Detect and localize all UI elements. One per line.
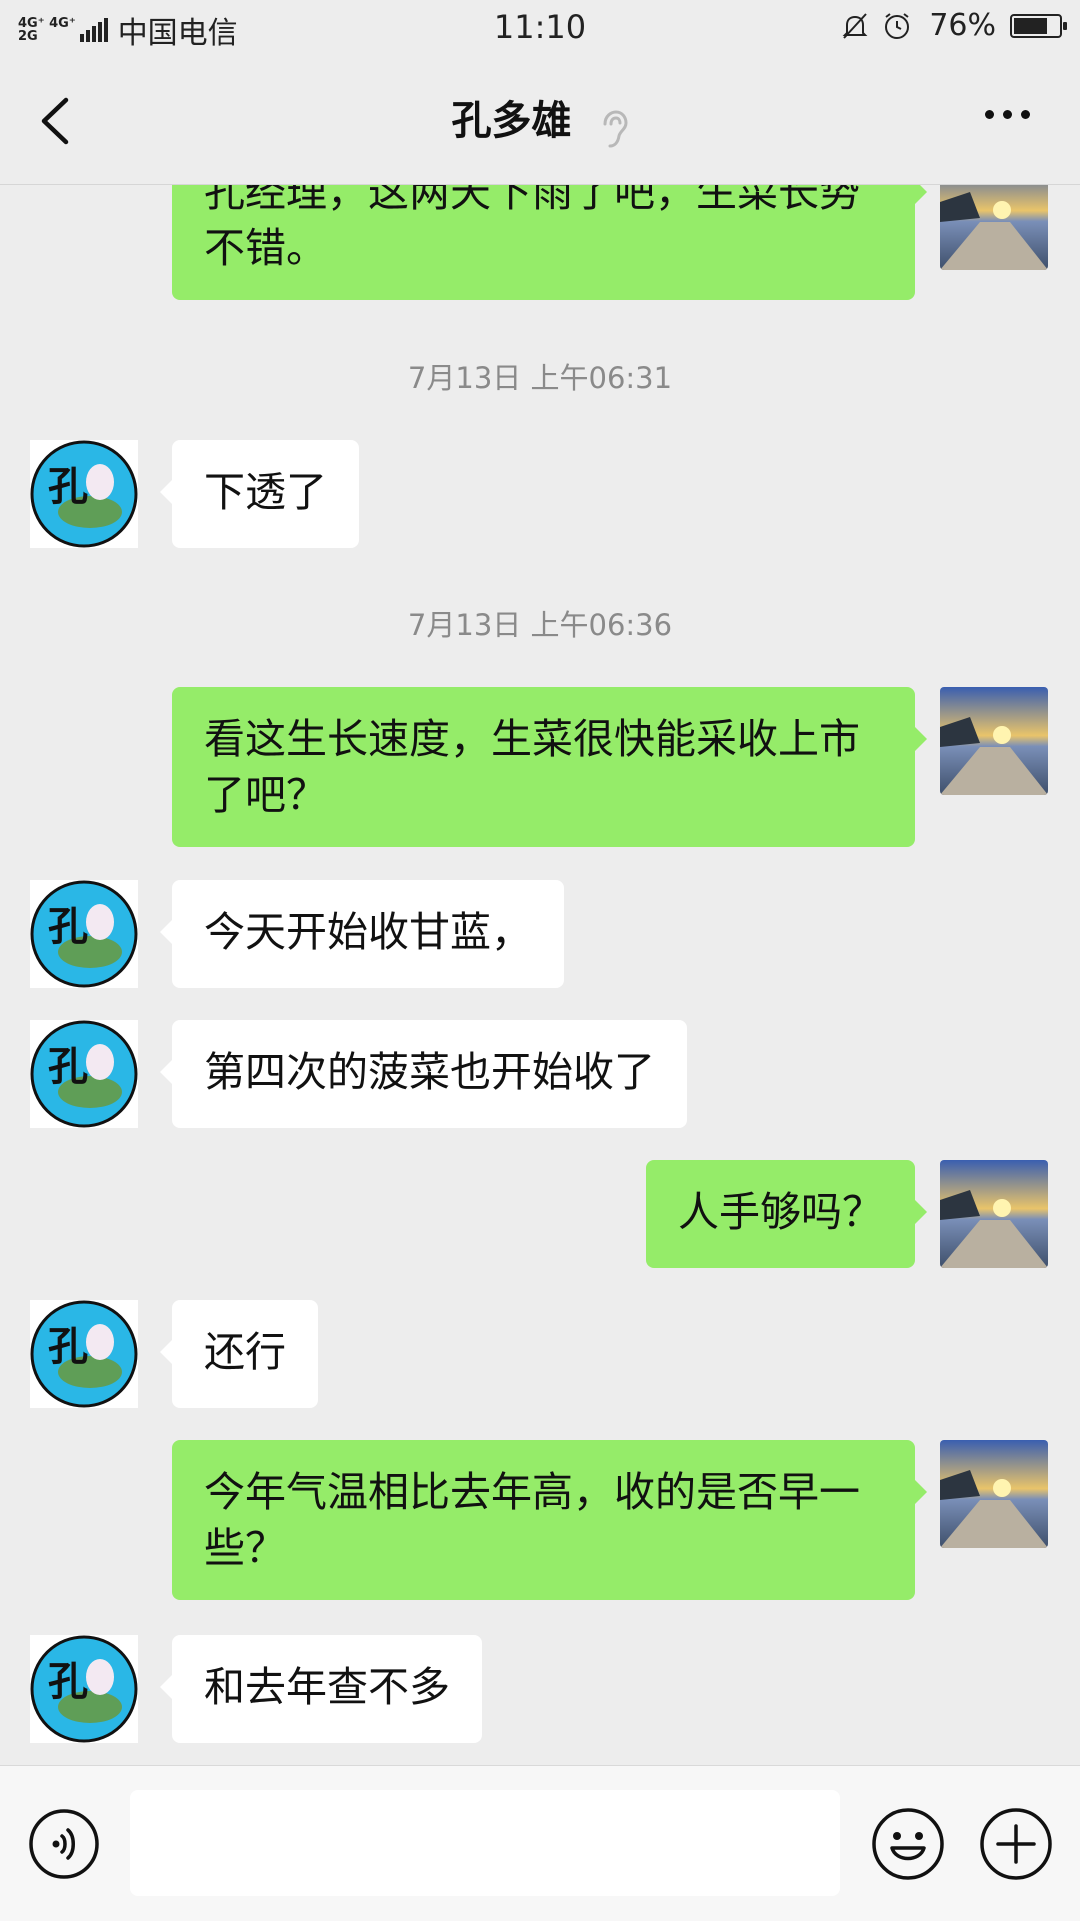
chat-header: 孔多雄 [0, 58, 1080, 185]
message-bubble-incoming[interactable]: 下透了 [160, 440, 359, 548]
message-bubble-incoming[interactable]: 还行 [160, 1300, 318, 1408]
message-bubble-outgoing[interactable]: 今年气温相比去年高，收的是否早一些？ [172, 1440, 927, 1600]
sunset-photo [940, 1160, 1048, 1268]
status-right: 76% [839, 8, 1067, 43]
my-avatar[interactable] [940, 1160, 1048, 1268]
alarm-icon [885, 12, 910, 39]
my-avatar[interactable] [940, 1440, 1048, 1548]
message-bubble-outgoing[interactable]: 孔经理，这两天下雨了吧，生菜长势不错。 [172, 185, 927, 300]
contact-avatar[interactable]: 孔 [30, 880, 138, 988]
status-bar: 4G⁺ 4G⁺ 2G 中国电信 11:10 76% [0, 0, 1080, 58]
contact-avatar-image: 孔 [30, 1300, 138, 1408]
message-bubble-incoming[interactable]: 和去年查不多 [160, 1635, 482, 1743]
message-bubble-incoming[interactable]: 第四次的菠菜也开始收了 [160, 1020, 687, 1128]
message-bubble-incoming[interactable]: 今天开始收甘蓝， [160, 880, 564, 988]
contact-avatar[interactable]: 孔 [30, 1635, 138, 1743]
sunset-photo [940, 185, 1048, 270]
svg-text:孔: 孔 [48, 1658, 88, 1705]
battery-percent: 76% [929, 8, 996, 43]
emoji-icon[interactable] [870, 1806, 946, 1882]
message-bubble-outgoing[interactable]: 看这生长速度，生菜很快能采收上市了吧？ [172, 687, 927, 847]
timestamp: 7月13日 上午06:36 [407, 608, 673, 642]
sunset-photo [940, 1440, 1048, 1548]
contact-avatar[interactable]: 孔 [30, 1300, 138, 1408]
voice-icon[interactable] [28, 1808, 100, 1880]
message-input[interactable] [130, 1790, 840, 1896]
contact-avatar-image: 孔 [30, 880, 138, 988]
svg-text:孔: 孔 [48, 1323, 88, 1370]
contact-avatar[interactable]: 孔 [30, 440, 138, 548]
my-avatar[interactable] [940, 687, 1048, 795]
battery-fill [1014, 17, 1047, 34]
contact-avatar[interactable]: 孔 [30, 1020, 138, 1128]
my-avatar[interactable] [940, 185, 1048, 270]
input-bar [0, 1765, 1080, 1921]
message-bubble-outgoing[interactable]: 人手够吗？ [646, 1160, 927, 1268]
battery-icon [1010, 13, 1067, 38]
bell-muted-icon [842, 12, 868, 39]
svg-text:孔: 孔 [48, 463, 88, 510]
contact-avatar-image: 孔 [30, 1635, 138, 1743]
timestamp: 7月13日 上午06:31 [407, 361, 673, 395]
chat-title: 孔多雄 [451, 98, 572, 144]
contact-avatar-image: 孔 [30, 1020, 138, 1128]
svg-text:孔: 孔 [48, 1043, 88, 1090]
message-list[interactable]: 孔经理，这两天下雨了吧，生菜长势不错。 7月13日 上午06:31 孔 下透了 … [0, 185, 1080, 1765]
plus-icon[interactable] [978, 1806, 1054, 1882]
sunset-photo [940, 687, 1048, 795]
ear-icon [603, 109, 628, 147]
more-dots-icon[interactable] [976, 110, 1030, 119]
svg-text:孔: 孔 [48, 903, 88, 950]
title-wrap: 孔多雄 [0, 88, 1080, 150]
contact-avatar-image: 孔 [30, 440, 138, 548]
